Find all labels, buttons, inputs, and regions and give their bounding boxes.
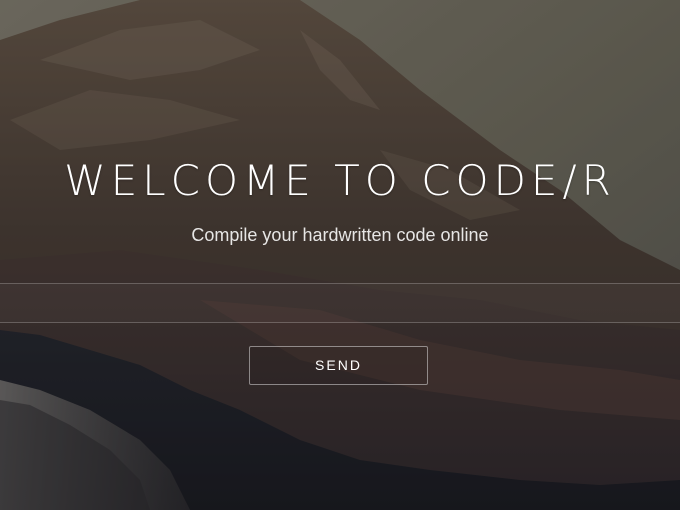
send-button[interactable]: SEND: [249, 346, 428, 385]
page-title: WELCOME TO CODE/R: [64, 156, 616, 205]
code-input[interactable]: [0, 284, 680, 322]
code-input-band: [0, 283, 680, 323]
hero-section: WELCOME TO CODE/R Compile your hardwritt…: [0, 0, 680, 510]
page-subtitle: Compile your hardwritten code online: [191, 225, 489, 245]
background-overlay: [0, 0, 680, 510]
